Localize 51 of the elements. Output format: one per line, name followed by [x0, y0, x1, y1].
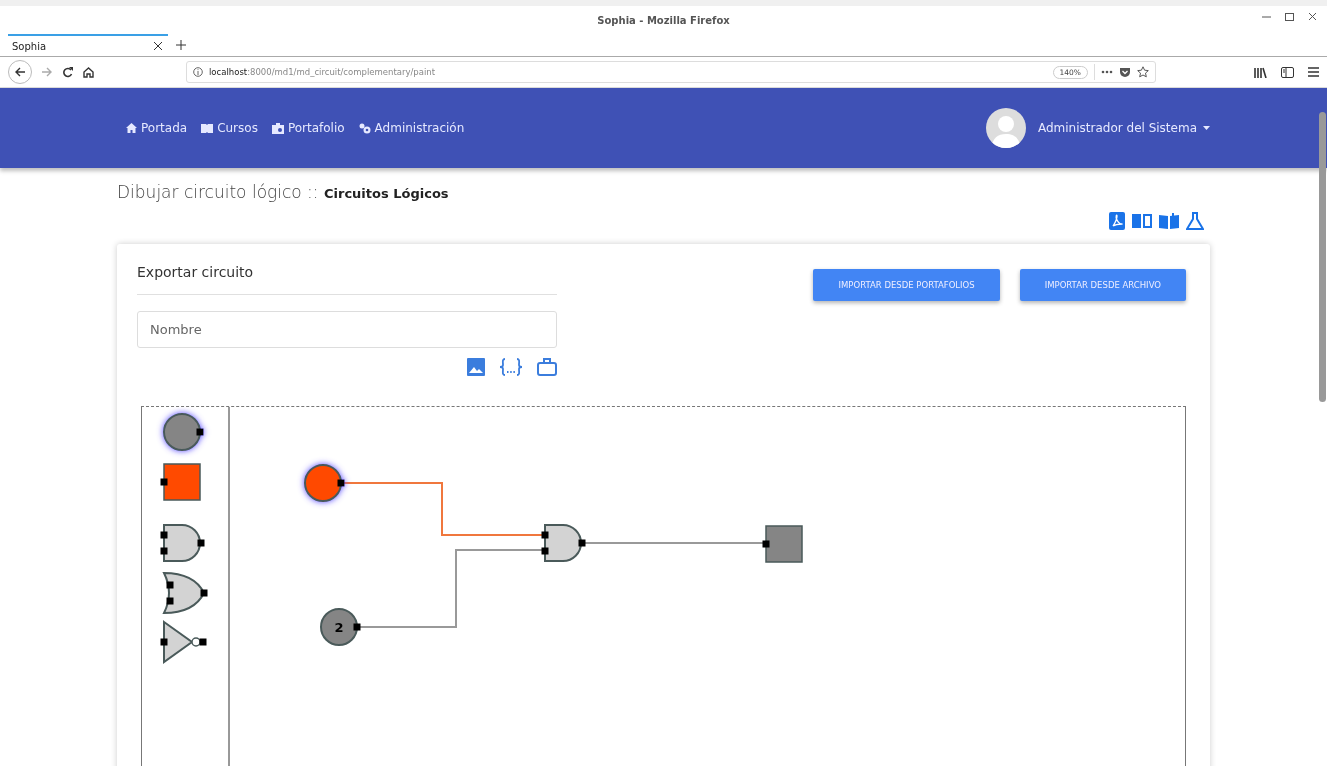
url-text: localhost:8000/md1/md_circuit/complementary/paint — [209, 67, 435, 77]
gears-icon — [358, 122, 371, 134]
book-icon — [201, 123, 214, 133]
output-node[interactable] — [762, 525, 803, 563]
import-button[interactable]: IMPORTAR DESDE ARCHIVO — [1019, 269, 1186, 301]
page-title: Dibujar circuito lógico :: Circuitos Lógicos — [117, 182, 450, 202]
scrollbar[interactable] — [1319, 112, 1326, 402]
pocket-icon[interactable] — [1119, 66, 1131, 78]
user-menu[interactable]: Administrador del Sistema — [1038, 121, 1210, 135]
and-gate[interactable] — [541, 524, 586, 562]
caret-icon — [1203, 126, 1210, 130]
book-icon[interactable] — [1159, 212, 1179, 230]
nav-link[interactable]: Administración — [358, 121, 465, 135]
sidebar-icon[interactable] — [1281, 66, 1294, 78]
and-gate[interactable] — [160, 524, 205, 562]
circuit-canvas[interactable]: 2 — [141, 406, 1186, 766]
nav-link[interactable]: Cursos — [201, 121, 258, 135]
not-gate[interactable] — [160, 620, 207, 664]
home-icon[interactable] — [83, 66, 94, 78]
input-node[interactable]: 2 — [320, 608, 361, 646]
window-title: Sophia - Mozilla Firefox — [597, 14, 730, 26]
nav-link[interactable]: Portafolio — [271, 121, 345, 135]
flask-icon[interactable] — [1186, 212, 1204, 230]
section-heading: Exportar circuito — [137, 264, 557, 295]
nav-link[interactable]: Portada — [126, 121, 188, 135]
or-gate[interactable] — [163, 572, 208, 614]
maximize-icon[interactable] — [1285, 12, 1294, 21]
close-icon[interactable] — [1308, 12, 1317, 21]
name-field[interactable]: Nombre — [137, 311, 557, 348]
reload-icon[interactable] — [62, 66, 73, 78]
menu-icon[interactable] — [1308, 67, 1319, 77]
back-icon — [15, 67, 25, 77]
back-button[interactable] — [8, 60, 32, 84]
book-icon[interactable] — [1132, 212, 1152, 230]
library-icon[interactable] — [1254, 66, 1267, 78]
more-icon[interactable] — [1101, 70, 1113, 74]
avatar[interactable] — [986, 108, 1026, 148]
image-icon[interactable] — [467, 358, 485, 376]
input-node[interactable] — [163, 413, 204, 451]
info-icon[interactable] — [193, 67, 203, 77]
braces-icon[interactable] — [499, 358, 523, 376]
output-node[interactable] — [160, 463, 201, 501]
briefcase-icon[interactable] — [537, 358, 557, 376]
import-button[interactable]: IMPORTAR DESDE PORTAFOLIOS — [813, 269, 1000, 301]
briefcase-icon — [271, 122, 284, 134]
home-icon — [126, 123, 137, 133]
pdf-icon[interactable] — [1109, 212, 1125, 230]
close-icon[interactable] — [154, 42, 162, 50]
star-icon[interactable] — [1137, 66, 1149, 78]
input-node[interactable] — [304, 464, 345, 502]
new-tab-icon[interactable] — [176, 40, 186, 50]
